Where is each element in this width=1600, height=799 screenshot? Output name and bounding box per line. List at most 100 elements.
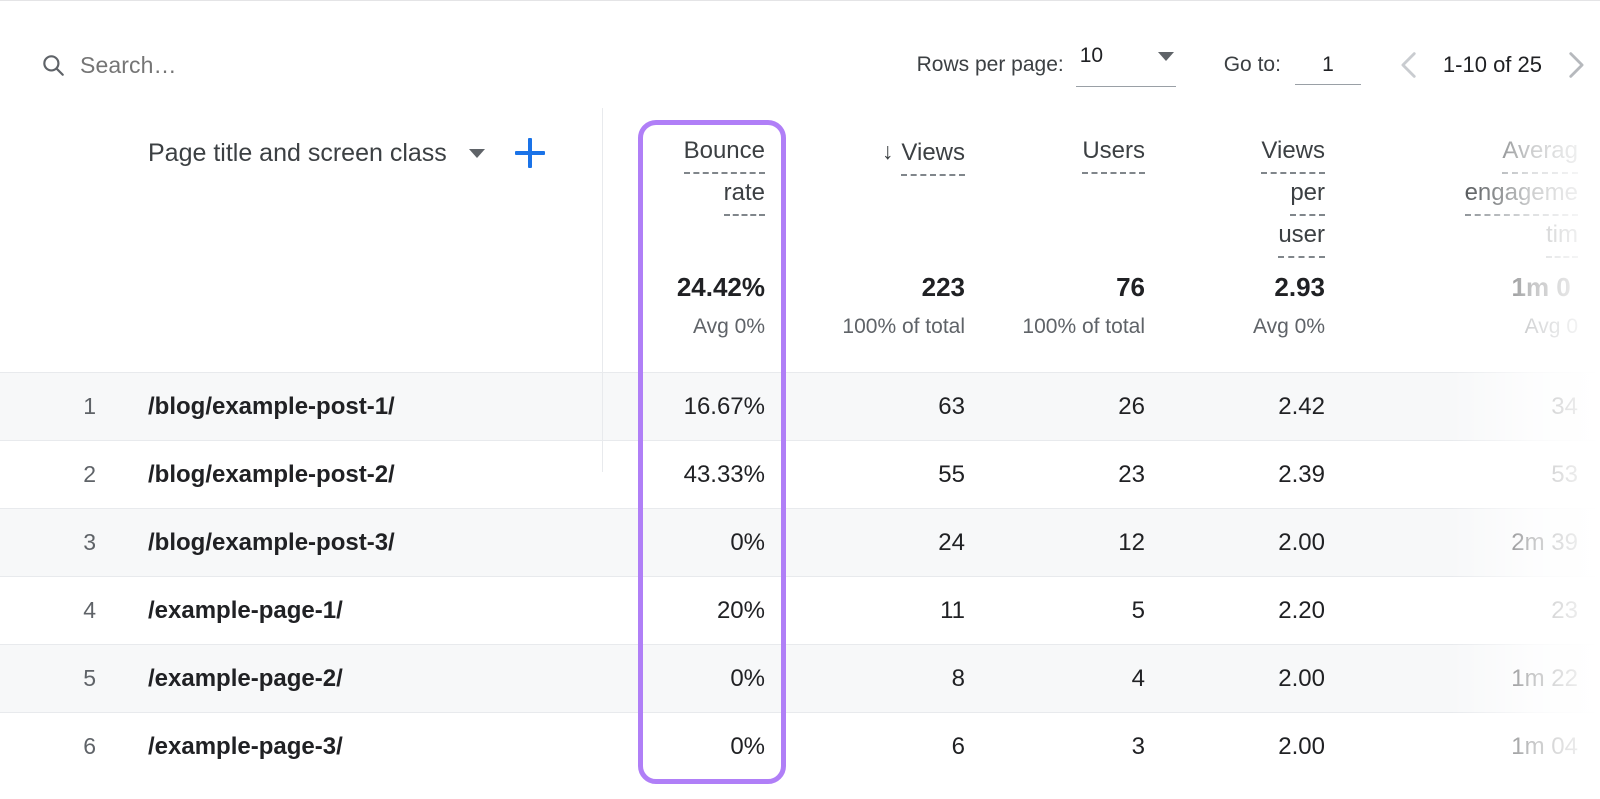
rows-per-page-label: Rows per page: — [917, 53, 1064, 77]
cell-views-per-user: 2.20 — [1167, 577, 1347, 645]
rows-per-page-value: 10 — [1080, 43, 1103, 69]
cell-avg-engagement-time: 34 — [1347, 373, 1600, 441]
search-box[interactable] — [40, 45, 500, 85]
row-index: 6 — [0, 733, 96, 760]
cell-bounce-rate: 20% — [602, 577, 787, 645]
row-dimension-cell: 6 /example-page-3/ — [0, 713, 602, 781]
column-header-avg-engagement-time[interactable]: Averag engageme tim — [1347, 108, 1600, 258]
row-index: 4 — [0, 597, 96, 624]
summary-value: 1m 0 — [1347, 270, 1578, 304]
summary-cell-bounce-rate: 24.42% Avg 0% — [602, 252, 787, 344]
column-header-line: Averag — [1502, 132, 1578, 174]
table-row[interactable]: 1 /blog/example-post-1/ 16.67% 63 26 2.4… — [0, 372, 1600, 440]
cell-avg-engagement-time: 1m 04 — [1347, 713, 1600, 781]
cell-avg-engagement-time: 53 — [1347, 441, 1600, 509]
summary-cell-users: 76 100% of total — [987, 252, 1167, 344]
table-row[interactable]: 2 /blog/example-post-2/ 43.33% 55 23 2.3… — [0, 440, 1600, 508]
column-header-bounce-rate[interactable]: Bounce rate — [602, 108, 787, 216]
row-dimension-cell: 4 /example-page-1/ — [0, 577, 602, 645]
cell-bounce-rate: 43.33% — [602, 441, 787, 509]
summary-subtext: Avg 0% — [1167, 310, 1325, 344]
chevron-down-icon[interactable] — [469, 149, 485, 158]
cell-avg-engagement-time: 2m 39 — [1347, 509, 1600, 577]
row-page-path[interactable]: /example-page-3/ — [148, 733, 343, 761]
cell-views-per-user: 2.00 — [1167, 645, 1347, 713]
cell-views-per-user: 2.00 — [1167, 713, 1347, 781]
dimension-selector-label[interactable]: Page title and screen class — [148, 139, 447, 168]
row-index: 3 — [0, 529, 96, 556]
row-index: 1 — [0, 393, 96, 420]
cell-avg-engagement-time: 1m 22 — [1347, 645, 1600, 713]
cell-users: 12 — [987, 509, 1167, 577]
summary-subtext: 100% of total — [787, 310, 965, 344]
summary-cell-views: 223 100% of total — [787, 252, 987, 344]
search-input[interactable] — [80, 52, 500, 79]
row-page-path[interactable]: /blog/example-post-3/ — [148, 529, 395, 557]
cell-users: 26 — [987, 373, 1167, 441]
table-row[interactable]: 6 /example-page-3/ 0% 6 3 2.00 1m 04 — [0, 712, 1600, 780]
table-row[interactable]: 5 /example-page-2/ 0% 8 4 2.00 1m 22 — [0, 644, 1600, 712]
cell-views: 8 — [787, 645, 987, 713]
cell-views: 63 — [787, 373, 987, 441]
column-header-line: engageme — [1465, 174, 1578, 216]
sort-descending-icon: ↓ — [882, 132, 894, 170]
table-toolbar: Rows per page: 10 Go to: 1-10 of 25 — [0, 0, 1600, 108]
cell-users: 4 — [987, 645, 1167, 713]
table-row[interactable]: 3 /blog/example-post-3/ 0% 24 12 2.00 2m… — [0, 508, 1600, 576]
cell-views-per-user: 2.42 — [1167, 373, 1347, 441]
column-header-line: rate — [724, 174, 765, 216]
page-range-text: 1-10 of 25 — [1443, 52, 1542, 78]
summary-subtext: 100% of total — [987, 310, 1145, 344]
pagination-controls: Rows per page: 10 Go to: 1-10 of 25 — [917, 37, 1594, 93]
row-page-path[interactable]: /example-page-1/ — [148, 597, 343, 625]
row-index: 2 — [0, 461, 96, 488]
column-header-line: Users — [1082, 132, 1145, 174]
column-header-line: Bounce — [684, 132, 765, 174]
cell-avg-engagement-time: 23 — [1347, 577, 1600, 645]
column-header-line: tim — [1546, 216, 1578, 258]
goto-page-input[interactable] — [1295, 45, 1361, 85]
data-table: Page title and screen class Bounce rate … — [0, 108, 1600, 799]
chevron-left-icon[interactable] — [1393, 48, 1427, 82]
summary-cell-views-per-user: 2.93 Avg 0% — [1167, 252, 1347, 344]
row-dimension-cell: 2 /blog/example-post-2/ — [0, 441, 602, 509]
cell-views: 24 — [787, 509, 987, 577]
table-row[interactable]: 4 /example-page-1/ 20% 11 5 2.20 23 — [0, 576, 1600, 644]
summary-value: 223 — [787, 270, 965, 304]
cell-bounce-rate: 0% — [602, 509, 787, 577]
summary-value: 2.93 — [1167, 270, 1325, 304]
search-icon — [40, 52, 66, 78]
column-header-users[interactable]: Users — [987, 108, 1167, 174]
column-header-line: Views — [1261, 132, 1325, 174]
cell-views-per-user: 2.39 — [1167, 441, 1347, 509]
row-dimension-cell: 1 /blog/example-post-1/ — [0, 373, 602, 441]
summary-value: 24.42% — [602, 270, 765, 304]
table-summary-row: 24.42% Avg 0% 223 100% of total 76 100% … — [0, 252, 1600, 372]
summary-value: 76 — [987, 270, 1145, 304]
row-dimension-cell: 3 /blog/example-post-3/ — [0, 509, 602, 577]
rows-per-page-select[interactable]: 10 — [1076, 43, 1176, 87]
cell-users: 3 — [987, 713, 1167, 781]
column-header-views-per-user[interactable]: Views per user — [1167, 108, 1347, 258]
column-header-line: user — [1278, 216, 1325, 258]
row-page-path[interactable]: /example-page-2/ — [148, 665, 343, 693]
row-index: 5 — [0, 665, 96, 692]
chevron-down-icon — [1158, 52, 1174, 61]
cell-views: 55 — [787, 441, 987, 509]
table-header-row: Page title and screen class Bounce rate … — [0, 108, 1600, 252]
cell-bounce-rate: 0% — [602, 713, 787, 781]
dimension-header: Page title and screen class — [0, 108, 602, 168]
summary-cell-avg-engagement-time: 1m 0 Avg 0 — [1347, 252, 1600, 344]
plus-icon[interactable] — [515, 138, 545, 168]
row-page-path[interactable]: /blog/example-post-2/ — [148, 461, 395, 489]
column-header-views[interactable]: ↓Views — [787, 108, 987, 176]
column-header-line: Views — [901, 134, 965, 176]
cell-views-per-user: 2.00 — [1167, 509, 1347, 577]
cell-users: 5 — [987, 577, 1167, 645]
row-page-path[interactable]: /blog/example-post-1/ — [148, 393, 395, 421]
chevron-right-icon[interactable] — [1558, 48, 1592, 82]
row-dimension-cell: 5 /example-page-2/ — [0, 645, 602, 713]
column-header-line: per — [1290, 174, 1325, 216]
summary-subtext: Avg 0% — [602, 310, 765, 344]
goto-label: Go to: — [1224, 53, 1281, 77]
